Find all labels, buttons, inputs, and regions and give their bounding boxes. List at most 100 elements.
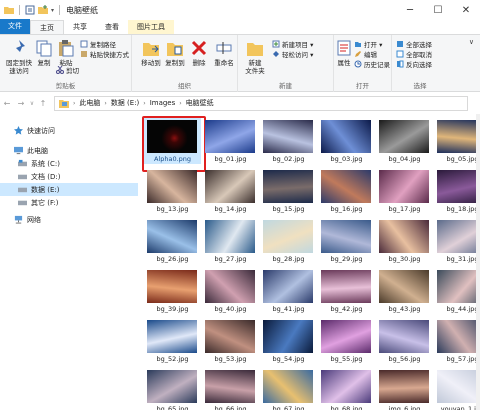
file-item[interactable]: bg_44.jpg <box>434 268 480 314</box>
breadcrumb-images[interactable]: Images <box>150 99 176 107</box>
file-item[interactable]: bg_03.jpg <box>318 118 375 164</box>
tab-home[interactable]: 主页 <box>30 20 64 34</box>
breadcrumb-wallpapers[interactable]: 电脑壁纸 <box>186 98 214 108</box>
copy-to-button[interactable]: 复制到 <box>164 39 186 67</box>
folder-icon[interactable] <box>4 5 14 15</box>
file-item[interactable]: bg_67.jpg <box>260 368 317 410</box>
edit-icon <box>355 51 361 57</box>
tab-view[interactable]: 查看 <box>96 20 128 34</box>
recent-locations-button[interactable]: ∨ <box>28 100 36 107</box>
file-item[interactable]: bg_05.jpg <box>434 118 480 164</box>
open-button[interactable]: 打开 ▾ <box>354 39 382 49</box>
paste-button[interactable]: 粘贴 <box>56 39 76 67</box>
file-item[interactable]: bg_30.jpg <box>376 218 433 264</box>
nav-this-pc[interactable]: 此电脑 <box>0 144 138 157</box>
paste-shortcut-button[interactable]: 粘贴快捷方式 <box>80 49 129 59</box>
nav-drive-c[interactable]: 系统 (C:) <box>0 157 138 170</box>
file-item[interactable]: bg_14.jpg <box>202 168 259 214</box>
file-item[interactable]: bg_52.jpg <box>144 318 201 364</box>
breadcrumb-separator: › <box>143 99 146 107</box>
file-item[interactable]: bg_68.jpg <box>318 368 375 410</box>
new-folder-icon[interactable] <box>38 5 48 15</box>
file-item[interactable]: bg_66.jpg <box>202 368 259 410</box>
file-item[interactable]: bg_56.jpg <box>376 318 433 364</box>
file-item[interactable]: bg_31.jpg <box>434 218 480 264</box>
file-item[interactable]: bg_39.jpg <box>144 268 201 314</box>
edit-button[interactable]: 编辑 <box>354 49 377 59</box>
file-name: img_6.jpg <box>388 405 421 410</box>
file-item[interactable]: bg_18.jpg <box>434 168 480 214</box>
nav-quick-access[interactable]: 快速访问 <box>0 124 138 137</box>
copy-path-button[interactable]: 复制路径 <box>80 39 116 49</box>
invert-selection-button[interactable]: 反向选择 <box>396 59 432 69</box>
rename-button[interactable]: 重命名 <box>212 39 236 67</box>
drive-icon <box>18 187 27 193</box>
easy-access-icon <box>273 51 279 57</box>
file-item[interactable]: bg_65.jpg <box>144 368 201 410</box>
properties-button[interactable]: 属性 <box>336 39 352 67</box>
file-item[interactable]: bg_54.jpg <box>260 318 317 364</box>
select-none-button[interactable]: 全部取消 <box>396 49 432 59</box>
file-item[interactable]: bg_15.jpg <box>260 168 317 214</box>
file-item[interactable]: bg_41.jpg <box>260 268 317 314</box>
breadcrumb-this-pc[interactable]: 此电脑 <box>79 98 100 108</box>
breadcrumb-data-drive[interactable]: 数据 (E:) <box>111 98 139 108</box>
drive-icon <box>18 174 27 180</box>
file-item[interactable]: bg_42.jpg <box>318 268 375 314</box>
new-item-button[interactable]: 新建项目 ▾ <box>272 39 313 49</box>
vertical-scrollbar[interactable] <box>476 114 480 410</box>
copy-path-icon <box>80 40 88 48</box>
minimize-button[interactable]: ─ <box>396 0 424 20</box>
history-button[interactable]: 历史记录 <box>354 59 390 69</box>
delete-button[interactable]: 删除 <box>190 39 208 67</box>
maximize-button[interactable]: ☐ <box>424 0 452 20</box>
file-item[interactable]: bg_27.jpg <box>202 218 259 264</box>
file-item[interactable]: bg_17.jpg <box>376 168 433 214</box>
back-button[interactable]: ← <box>0 99 14 108</box>
close-button[interactable]: ✕ <box>452 0 480 20</box>
tab-file[interactable]: 文件 <box>0 19 30 34</box>
tab-picture-tools[interactable]: 图片工具 <box>128 20 174 34</box>
up-button[interactable]: ↑ <box>36 99 50 108</box>
move-to-button[interactable]: 移动到 <box>140 39 162 67</box>
file-thumbnail <box>147 170 197 203</box>
nav-network[interactable]: 网络 <box>0 213 138 226</box>
nav-drive-f[interactable]: 其它 (F:) <box>0 196 138 209</box>
file-item[interactable]: bg_01.jpg <box>202 118 259 164</box>
collapse-ribbon-button[interactable]: ∨ <box>469 38 474 46</box>
breadcrumb[interactable]: › 此电脑 › 数据 (E:) › Images › 电脑壁纸 <box>54 95 468 111</box>
file-item[interactable]: bg_40.jpg <box>202 268 259 314</box>
cut-button[interactable]: 剪切 <box>56 65 79 75</box>
breadcrumb-separator: › <box>73 99 76 107</box>
forward-button[interactable]: → <box>14 99 28 108</box>
dropdown-arrow-icon[interactable]: ▾ <box>51 7 54 14</box>
file-item[interactable]: youyan_1.jpg <box>434 368 480 410</box>
pin-quick-access-button[interactable]: 固定到快 速访问 <box>4 39 34 75</box>
open-icon <box>355 42 361 47</box>
file-thumbnail <box>321 270 371 303</box>
file-name: bg_28.jpg <box>272 255 305 263</box>
file-item[interactable]: bg_57.jpg <box>434 318 480 364</box>
properties-icon[interactable] <box>25 5 35 15</box>
file-item[interactable]: bg_53.jpg <box>202 318 259 364</box>
file-item[interactable]: bg_55.jpg <box>318 318 375 364</box>
clipboard-group-label: 剪贴板 <box>55 82 76 90</box>
copy-button[interactable]: 复制 <box>34 39 54 67</box>
file-item[interactable]: bg_29.jpg <box>318 218 375 264</box>
file-name: bg_66.jpg <box>214 405 247 410</box>
file-item[interactable]: bg_02.jpg <box>260 118 317 164</box>
file-item[interactable]: bg_13.jpg <box>144 168 201 214</box>
file-item[interactable]: bg_43.jpg <box>376 268 433 314</box>
file-item[interactable]: bg_28.jpg <box>260 218 317 264</box>
file-item[interactable]: bg_04.jpg <box>376 118 433 164</box>
file-name: bg_14.jpg <box>214 205 247 213</box>
file-item[interactable]: img_6.jpg <box>376 368 433 410</box>
file-item[interactable]: bg_16.jpg <box>318 168 375 214</box>
new-folder-button[interactable]: 新建 文件夹 <box>242 39 268 75</box>
tab-share[interactable]: 共享 <box>64 20 96 34</box>
nav-drive-e[interactable]: 数据 (E:) <box>0 183 138 196</box>
easy-access-button[interactable]: 轻松访问 ▾ <box>272 49 313 59</box>
nav-drive-d[interactable]: 文档 (D:) <box>0 170 138 183</box>
file-item[interactable]: bg_26.jpg <box>144 218 201 264</box>
select-all-button[interactable]: 全部选择 <box>396 39 432 49</box>
